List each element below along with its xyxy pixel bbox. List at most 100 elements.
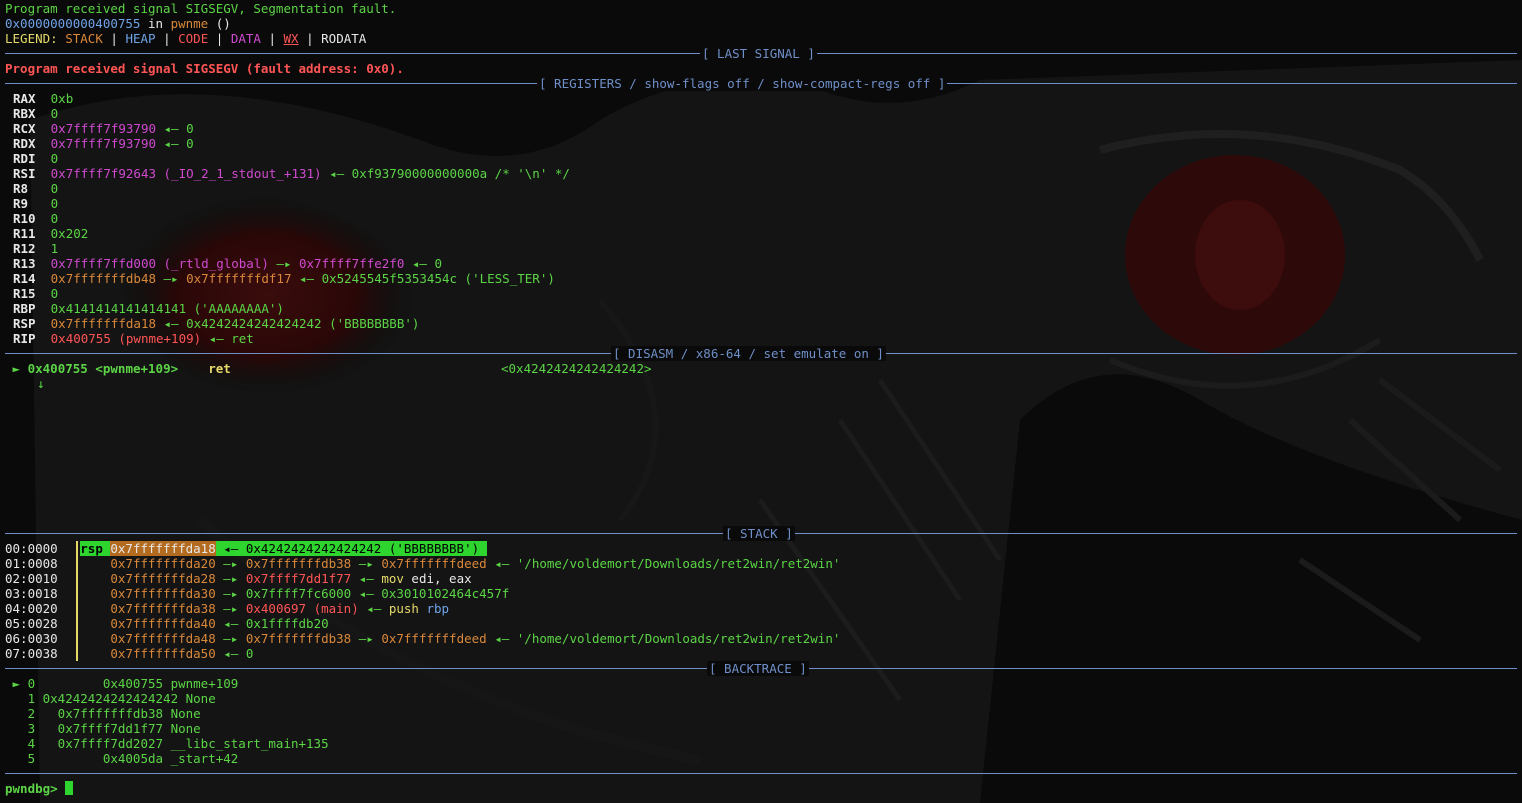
stack-offset: 02:0010 — [5, 571, 58, 586]
command-prompt[interactable]: pwndbg> — [5, 781, 74, 796]
stack-value: mov — [381, 571, 404, 586]
stack-value: 0x7ffff7fc6000 — [245, 586, 352, 601]
legend-prefix: LEGEND: — [5, 31, 66, 46]
stack-offset: 04:0020 — [5, 601, 58, 616]
stack-value: ◂— 0 — [215, 646, 254, 661]
stack-value: —▸ — [351, 556, 382, 571]
register-value: ◂— — [156, 121, 187, 136]
register-name: R10 — [13, 211, 51, 226]
stack-address: 0x7fffffffda28 — [110, 571, 216, 586]
stack-address: 0x7fffffffda40 — [110, 616, 216, 631]
stack-value: ◂— — [351, 571, 382, 586]
stack-value: 0x7fffffffdb38 — [245, 631, 352, 646]
stack-value: 0x7fffffffdeed — [381, 631, 487, 646]
stack-value: edi, eax — [403, 571, 472, 586]
stack-value: push — [388, 601, 419, 616]
register-name: RSI — [13, 166, 51, 181]
stack-value: —▸ — [351, 631, 382, 646]
stack-value: —▸ — [215, 601, 246, 616]
register-name: RSP — [13, 316, 51, 331]
stack-row: 05:0028 0x7fffffffda40 ◂— 0x1ffffdb20 — [5, 616, 329, 631]
register-row: RBX 0 — [13, 106, 58, 121]
register-row: RSI 0x7ffff7f92643 (_IO_2_1_stdout_+131)… — [13, 166, 570, 181]
disasm-address: 0x400755 — [27, 361, 88, 376]
legend-separator: | — [102, 31, 126, 46]
frame-address: 0x0000000000400755 — [5, 16, 141, 31]
register-row: RBP 0x4141414141414141 ('AAAAAAAA') — [13, 301, 284, 316]
stack-row: 06:0030 0x7fffffffda48 —▸ 0x7fffffffdb38… — [5, 631, 840, 646]
backtrace-frame[interactable]: 2 0x7fffffffdb38 None — [5, 706, 201, 721]
legend-stack: STACK — [65, 31, 103, 46]
register-value: 0 — [50, 106, 59, 121]
stack-value: 0x400697 (main) — [245, 601, 359, 616]
register-value: 0 — [50, 181, 59, 196]
last-signal-message: Program received signal SIGSEGV (fault a… — [5, 61, 404, 76]
disasm-symbol: <pwnme+109> — [95, 361, 179, 376]
current-instruction-marker: ► — [12, 361, 21, 376]
register-name: RDX — [13, 136, 51, 151]
register-row: R15 0 — [13, 286, 58, 301]
register-value: 0x202 — [50, 226, 89, 241]
stack-value: ◂— '/home/voldemort/Downloads/ret2win/re… — [486, 556, 841, 571]
register-name: RIP — [13, 331, 51, 346]
stack-offset: 03:0018 — [5, 586, 58, 601]
text-cursor[interactable] — [65, 781, 74, 795]
register-value: 0x400755 (pwnme+109) — [50, 331, 202, 346]
register-row: RDX 0x7ffff7f93790 ◂— 0 — [13, 136, 194, 151]
legend-separator: | — [155, 31, 179, 46]
backtrace-title: [ BACKTRACE ] — [707, 661, 809, 676]
register-value: 0x7ffff7f93790 — [50, 136, 156, 151]
backtrace-frame[interactable]: 1 0x4242424242424242 None — [5, 691, 216, 706]
register-row: R8 0 — [13, 181, 58, 196]
stack-address: 0x7fffffffda30 — [110, 586, 216, 601]
stack-offset: 05:0028 — [5, 616, 58, 631]
stack-row: 00:0000 rsp 0x7fffffffda18 ◂— 0x42424242… — [5, 541, 487, 556]
register-row: RAX 0xb — [13, 91, 73, 106]
register-value: 0xb — [50, 91, 74, 106]
register-value: 0x4141414141414141 ('AAAAAAAA') — [50, 301, 284, 316]
stack-value: —▸ — [215, 586, 246, 601]
frame-args: () — [208, 16, 231, 31]
register-name: R9 — [13, 196, 51, 211]
stack-offset: 01:0008 — [5, 556, 58, 571]
frame-line: 0x0000000000400755 in pwnme () — [5, 16, 231, 31]
register-name: R14 — [13, 271, 51, 286]
register-name: R12 — [13, 241, 51, 256]
register-value: 0 — [186, 136, 194, 151]
legend-data: DATA — [230, 31, 261, 46]
register-value: 1 — [50, 241, 59, 256]
down-arrow-icon: ↓ — [37, 376, 45, 391]
backtrace-frame[interactable]: 3 0x7ffff7dd1f77 None — [5, 721, 201, 736]
stack-address: 0x7fffffffda50 — [110, 646, 216, 661]
backtrace-frame[interactable]: 5 0x4005da _start+42 — [5, 751, 239, 766]
register-row: RCX 0x7ffff7f93790 ◂— 0 — [13, 121, 194, 136]
stack-value: 0x7fffffffdeed — [381, 556, 487, 571]
backtrace-frame[interactable]: 4 0x7ffff7dd2027 __libc_start_main+135 — [5, 736, 329, 751]
register-row: R11 0x202 — [13, 226, 88, 241]
stack-address: 0x7fffffffda18 — [110, 541, 216, 556]
stack-value: —▸ — [215, 571, 246, 586]
backtrace-frame[interactable]: ► 0 0x400755 pwnme+109 — [5, 676, 239, 691]
backtrace-separator: [ BACKTRACE ] — [5, 661, 1517, 676]
stack-row: 02:0010 0x7fffffffda28 —▸ 0x7ffff7dd1f77… — [5, 571, 472, 586]
register-value: ◂— ret — [201, 331, 254, 346]
legend-line: LEGEND: STACK | HEAP | CODE | DATA | WX … — [5, 31, 366, 46]
legend-wx: WX — [283, 31, 299, 46]
stack-row: 04:0020 0x7fffffffda38 —▸ 0x400697 (main… — [5, 601, 449, 616]
stack-row: 07:0038 0x7fffffffda50 ◂— 0 — [5, 646, 253, 661]
register-row: R9 0 — [13, 196, 58, 211]
stack-address: 0x7fffffffda20 — [110, 556, 216, 571]
disasm-separator: [ DISASM / x86-64 / set emulate on ] — [5, 346, 1517, 361]
register-value: 0 — [50, 196, 59, 211]
disasm-current-line: ► 0x400755 <pwnme+109> ret — [5, 361, 231, 376]
stack-value: —▸ — [215, 631, 246, 646]
stack-row: 03:0018 0x7fffffffda30 —▸ 0x7ffff7fc6000… — [5, 586, 509, 601]
register-name: RBX — [13, 106, 51, 121]
stack-title: [ STACK ] — [723, 526, 795, 541]
register-value: 0 — [50, 286, 59, 301]
pwndbg-terminal[interactable]: Program received signal SIGSEGV, Segment… — [0, 0, 1522, 803]
register-row: RSP 0x7fffffffda18 ◂— 0x4242424242424242… — [13, 316, 419, 331]
register-row: RDI 0 — [13, 151, 58, 166]
legend-heap: HEAP — [125, 31, 156, 46]
register-value: ◂— 0x4242424242424242 ('BBBBBBBB') — [156, 316, 420, 331]
